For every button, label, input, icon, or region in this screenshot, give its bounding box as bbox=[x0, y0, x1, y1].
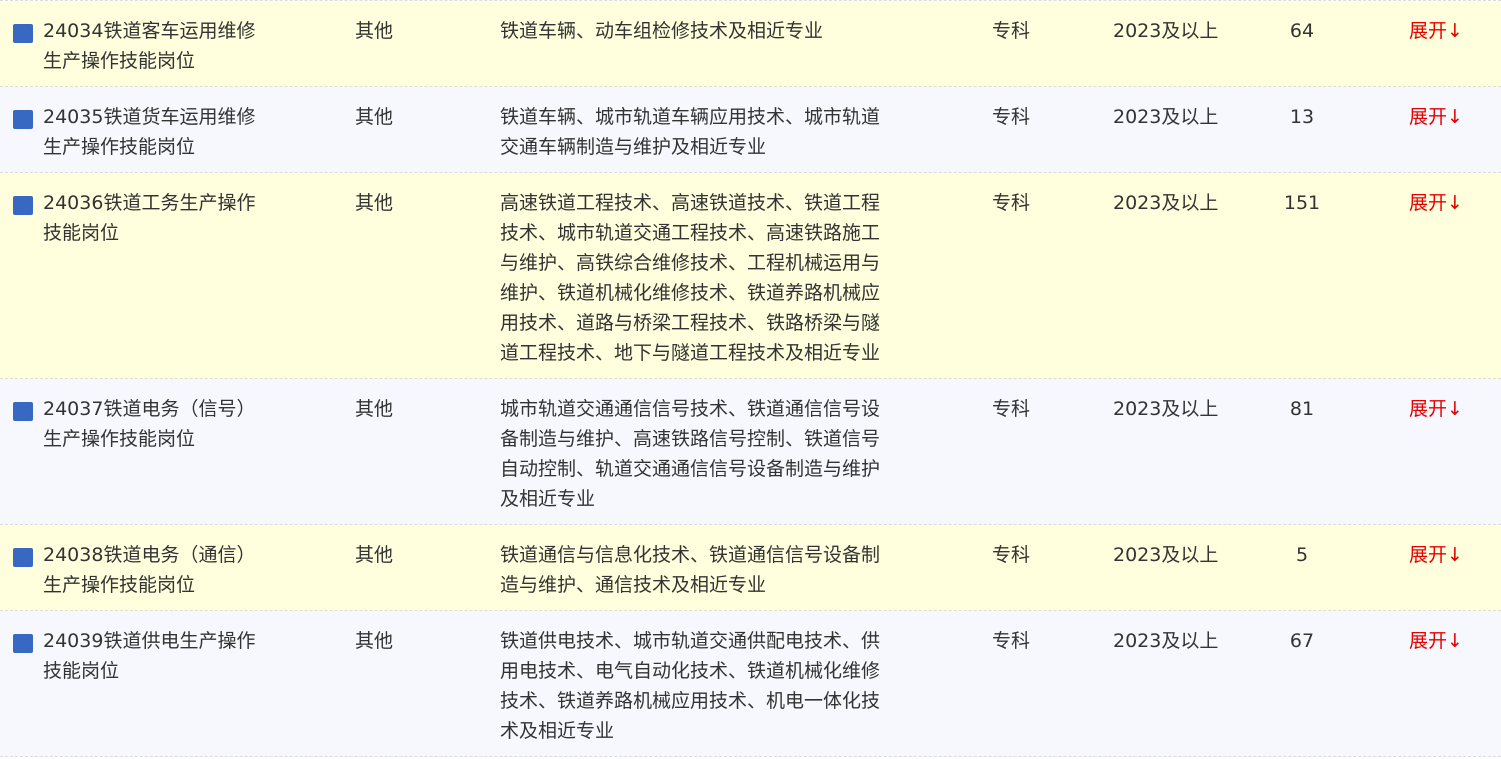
position-name: 24034铁道客车运用维修 生产操作技能岗位 bbox=[43, 16, 255, 76]
headcount-cell: 67 bbox=[1289, 630, 1315, 652]
row-marker-icon bbox=[13, 24, 33, 43]
major-requirement-line: 高速铁道工程技术、高速铁道技术、铁道工程 bbox=[500, 192, 881, 214]
table-row: 24034铁道客车运用维修 生产操作技能岗位 其他 铁道车辆、动车组检修技术及相近专业… bbox=[0, 1, 1501, 87]
position-name-line: 24034铁道客车运用维修 bbox=[43, 20, 256, 42]
headcount-cell: 13 bbox=[1289, 106, 1315, 128]
position-name-line: 生产操作技能岗位 bbox=[43, 428, 196, 450]
table-row: 24038铁道电务（通信） 生产操作技能岗位 其他 铁道通信与信息化技术、铁道通信信号… bbox=[0, 525, 1501, 611]
row-marker-icon bbox=[13, 110, 33, 129]
table-row: 24036铁道工务生产操作 技能岗位 其他 高速铁道工程技术、高速铁道技术、铁道工程技… bbox=[0, 173, 1501, 379]
position-name-line: 生产操作技能岗位 bbox=[43, 574, 196, 596]
position-name-line: 24039铁道供电生产操作 bbox=[43, 630, 256, 652]
education-cell: 专科 bbox=[992, 630, 1031, 652]
major-requirement-line: 技术、铁道养路机械应用技术、机电一体化技 bbox=[500, 690, 881, 712]
category-cell: 其他 bbox=[355, 398, 394, 420]
category-cell: 其他 bbox=[355, 106, 394, 128]
major-requirement-line: 道工程技术、地下与隧道工程技术及相近专业 bbox=[500, 342, 881, 364]
major-requirement-line: 铁道车辆、城市轨道车辆应用技术、城市轨道 bbox=[500, 106, 881, 128]
category-cell: 其他 bbox=[355, 630, 394, 652]
graduation-year-cell: 2023及以上 bbox=[1113, 398, 1219, 420]
position-name-line: 技能岗位 bbox=[43, 222, 120, 244]
row-marker-icon bbox=[13, 634, 33, 653]
major-requirement: 城市轨道交通通信信号技术、铁道通信信号设 备制造与维护、高速铁路信号控制、铁道信号… bbox=[500, 394, 880, 514]
major-requirement: 铁道车辆、动车组检修技术及相近专业 bbox=[500, 16, 823, 46]
major-requirement-line: 维护、铁道机械化维修技术、铁道养路机械应 bbox=[500, 282, 881, 304]
major-requirement-line: 自动控制、轨道交通通信信号设备制造与维护 bbox=[500, 458, 881, 480]
position-name-line: 生产操作技能岗位 bbox=[43, 136, 196, 158]
position-name-line: 24038铁道电务（通信） bbox=[43, 544, 256, 566]
expand-button[interactable]: 展开↓ bbox=[1409, 540, 1463, 570]
table-row: 24039铁道供电生产操作 技能岗位 其他 铁道供电技术、城市轨道交通供配电技术、供用… bbox=[0, 611, 1501, 757]
major-requirement-line: 技术、城市轨道交通工程技术、高速铁路施工 bbox=[500, 222, 881, 244]
row-marker-icon bbox=[13, 196, 33, 215]
position-name-line: 24035铁道货车运用维修 bbox=[43, 106, 256, 128]
major-requirement-line: 术及相近专业 bbox=[500, 720, 615, 742]
major-requirement-line: 备制造与维护、高速铁路信号控制、铁道信号 bbox=[500, 428, 881, 450]
expand-button[interactable]: 展开↓ bbox=[1409, 102, 1463, 132]
education-cell: 专科 bbox=[992, 544, 1031, 566]
headcount-cell: 151 bbox=[1283, 192, 1321, 214]
major-requirement-line: 造与维护、通信技术及相近专业 bbox=[500, 574, 767, 596]
major-requirement-line: 交通车辆制造与维护及相近专业 bbox=[500, 136, 767, 158]
position-name-line: 24037铁道电务（信号） bbox=[43, 398, 256, 420]
row-marker-icon bbox=[13, 548, 33, 567]
category-cell: 其他 bbox=[355, 20, 394, 42]
major-requirement-line: 城市轨道交通通信信号技术、铁道通信信号设 bbox=[500, 398, 881, 420]
expand-button[interactable]: 展开↓ bbox=[1409, 188, 1463, 218]
major-requirement: 高速铁道工程技术、高速铁道技术、铁道工程 技术、城市轨道交通工程技术、高速铁路施工… bbox=[500, 188, 880, 368]
education-cell: 专科 bbox=[992, 106, 1031, 128]
position-name-line: 技能岗位 bbox=[43, 660, 120, 682]
expand-button[interactable]: 展开↓ bbox=[1409, 16, 1463, 46]
position-name-line: 生产操作技能岗位 bbox=[43, 50, 196, 72]
major-requirement-line: 用电技术、电气自动化技术、铁道机械化维修 bbox=[500, 660, 881, 682]
major-requirement-line: 铁道通信与信息化技术、铁道通信信号设备制 bbox=[500, 544, 881, 566]
major-requirement-line: 与维护、高铁综合维修技术、工程机械运用与 bbox=[500, 252, 881, 274]
headcount-cell: 81 bbox=[1289, 398, 1315, 420]
education-cell: 专科 bbox=[992, 398, 1031, 420]
graduation-year-cell: 2023及以上 bbox=[1113, 20, 1219, 42]
headcount-cell: 64 bbox=[1289, 20, 1315, 42]
major-requirement-line: 铁道车辆、动车组检修技术及相近专业 bbox=[500, 20, 824, 42]
education-cell: 专科 bbox=[992, 192, 1031, 214]
expand-button[interactable]: 展开↓ bbox=[1409, 626, 1463, 656]
position-name: 24035铁道货车运用维修 生产操作技能岗位 bbox=[43, 102, 255, 162]
table-row: 24037铁道电务（信号） 生产操作技能岗位 其他 城市轨道交通通信信号技术、铁道通信… bbox=[0, 379, 1501, 525]
category-cell: 其他 bbox=[355, 192, 394, 214]
graduation-year-cell: 2023及以上 bbox=[1113, 544, 1219, 566]
position-name: 24039铁道供电生产操作 技能岗位 bbox=[43, 626, 255, 686]
major-requirement-line: 铁道供电技术、城市轨道交通供配电技术、供 bbox=[500, 630, 881, 652]
graduation-year-cell: 2023及以上 bbox=[1113, 192, 1219, 214]
major-requirement-line: 用技术、道路与桥梁工程技术、铁路桥梁与隧 bbox=[500, 312, 881, 334]
position-name: 24037铁道电务（信号） 生产操作技能岗位 bbox=[43, 394, 255, 454]
major-requirement: 铁道供电技术、城市轨道交通供配电技术、供 用电技术、电气自动化技术、铁道机械化维修… bbox=[500, 626, 880, 746]
job-table: 24034铁道客车运用维修 生产操作技能岗位 其他 铁道车辆、动车组检修技术及相近专业… bbox=[0, 0, 1501, 757]
graduation-year-cell: 2023及以上 bbox=[1113, 106, 1219, 128]
position-name: 24036铁道工务生产操作 技能岗位 bbox=[43, 188, 255, 248]
headcount-cell: 5 bbox=[1295, 544, 1309, 566]
row-marker-icon bbox=[13, 402, 33, 421]
position-name: 24038铁道电务（通信） 生产操作技能岗位 bbox=[43, 540, 255, 600]
graduation-year-cell: 2023及以上 bbox=[1113, 630, 1219, 652]
position-name-line: 24036铁道工务生产操作 bbox=[43, 192, 256, 214]
major-requirement-line: 及相近专业 bbox=[500, 488, 596, 510]
major-requirement: 铁道车辆、城市轨道车辆应用技术、城市轨道 交通车辆制造与维护及相近专业 bbox=[500, 102, 880, 162]
category-cell: 其他 bbox=[355, 544, 394, 566]
expand-button[interactable]: 展开↓ bbox=[1409, 394, 1463, 424]
table-row: 24035铁道货车运用维修 生产操作技能岗位 其他 铁道车辆、城市轨道车辆应用技术、城… bbox=[0, 87, 1501, 173]
education-cell: 专科 bbox=[992, 20, 1031, 42]
major-requirement: 铁道通信与信息化技术、铁道通信信号设备制 造与维护、通信技术及相近专业 bbox=[500, 540, 880, 600]
